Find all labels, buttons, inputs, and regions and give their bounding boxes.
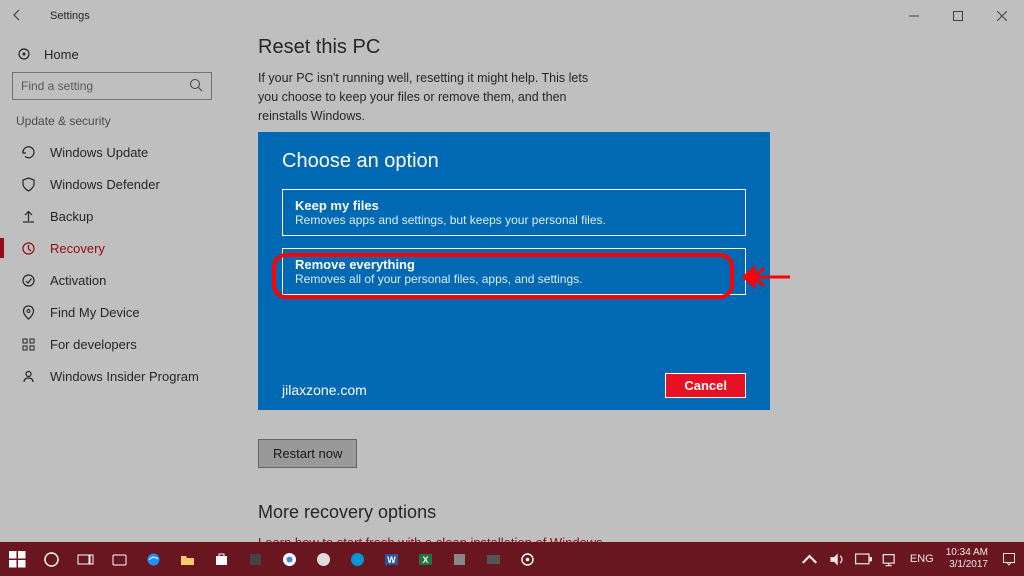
- dialog-title: Choose an option: [282, 150, 746, 173]
- taskbar-app-7[interactable]: [306, 542, 340, 576]
- option-keep-files[interactable]: Keep my files Removes apps and settings,…: [282, 189, 746, 236]
- cortana-button[interactable]: [34, 542, 68, 576]
- taskbar-chrome[interactable]: [272, 542, 306, 576]
- taskbar-app-13[interactable]: [476, 542, 510, 576]
- taskbar-app-1[interactable]: [102, 542, 136, 576]
- branding-text: jilaxzone.com: [282, 382, 367, 398]
- reset-dialog: Choose an option Keep my files Removes a…: [258, 132, 770, 410]
- tray-language[interactable]: ENG: [904, 553, 940, 565]
- taskbar-app-5[interactable]: [238, 542, 272, 576]
- taskbar-word[interactable]: W: [374, 542, 408, 576]
- tray-volume-icon[interactable]: [823, 542, 850, 576]
- svg-text:X: X: [422, 555, 428, 565]
- taskbar-hp[interactable]: [340, 542, 374, 576]
- option-desc: Removes all of your personal files, apps…: [295, 272, 733, 286]
- task-view-button[interactable]: [68, 542, 102, 576]
- taskbar: W X ENG 10:34 AM 3/1/2017: [0, 542, 1024, 576]
- clock-date: 3/1/2017: [949, 559, 988, 571]
- option-title: Remove everything: [295, 257, 733, 272]
- option-remove-everything[interactable]: Remove everything Removes all of your pe…: [282, 248, 746, 295]
- taskbar-settings[interactable]: [510, 542, 544, 576]
- start-button[interactable]: [0, 542, 34, 576]
- tray-power-icon[interactable]: [850, 542, 877, 576]
- taskbar-excel[interactable]: X: [408, 542, 442, 576]
- svg-text:W: W: [387, 555, 396, 565]
- tray-network-icon[interactable]: [877, 542, 904, 576]
- cancel-button[interactable]: Cancel: [665, 373, 746, 398]
- tray-notifications-icon[interactable]: [994, 552, 1024, 566]
- option-desc: Removes apps and settings, but keeps you…: [295, 213, 733, 227]
- clock-time: 10:34 AM: [946, 547, 988, 559]
- tray-clock[interactable]: 10:34 AM 3/1/2017: [940, 547, 994, 571]
- taskbar-store[interactable]: [204, 542, 238, 576]
- option-title: Keep my files: [295, 198, 733, 213]
- tray-chevron-icon[interactable]: [796, 542, 823, 576]
- taskbar-edge[interactable]: [136, 542, 170, 576]
- taskbar-explorer[interactable]: [170, 542, 204, 576]
- taskbar-app-12[interactable]: [442, 542, 476, 576]
